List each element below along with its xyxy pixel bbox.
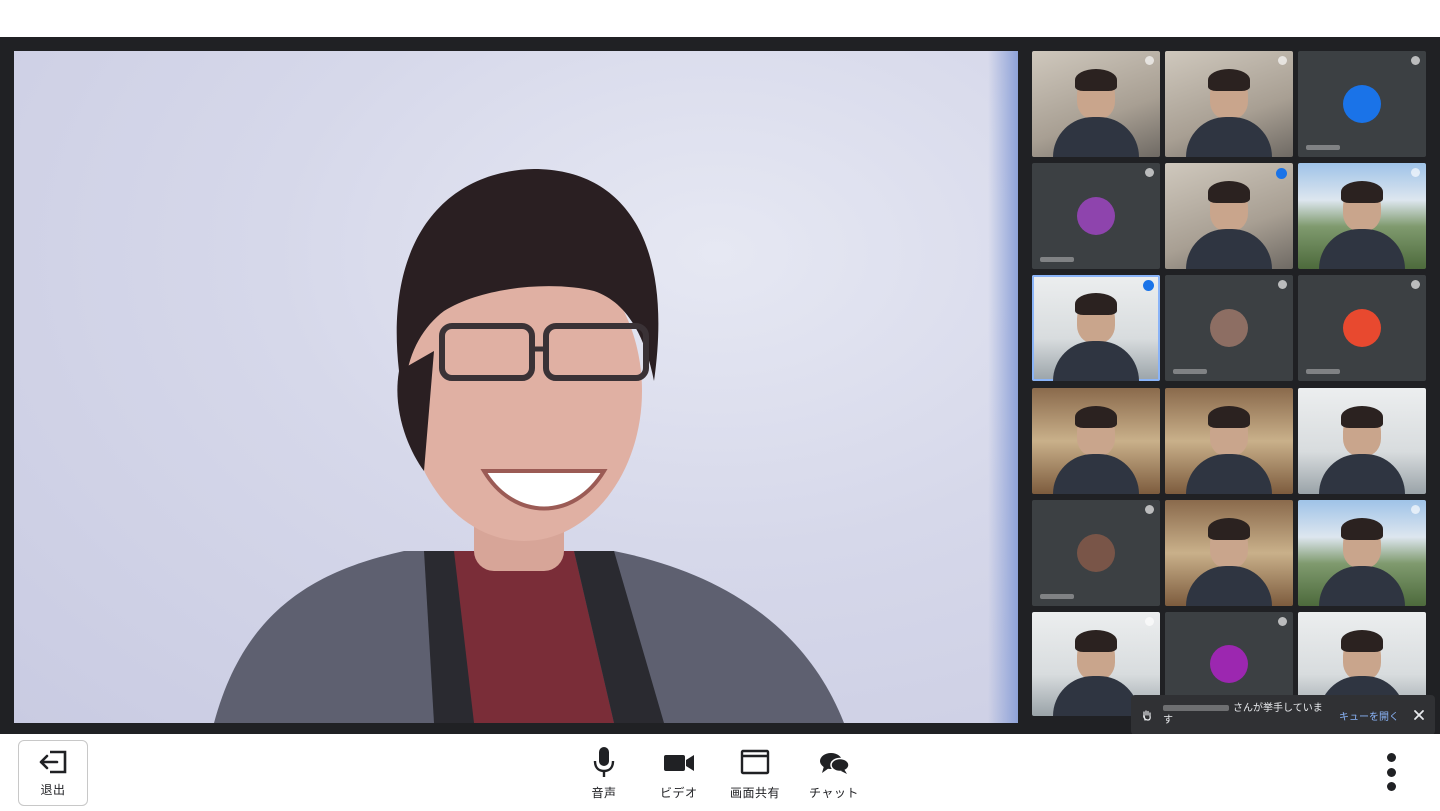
muted-icon xyxy=(1278,617,1287,626)
participant-figure xyxy=(1341,630,1383,652)
participant-avatar xyxy=(1210,645,1248,683)
muted-icon xyxy=(1145,505,1154,514)
participant-figure xyxy=(1341,518,1383,540)
screen-share-button[interactable]: 画面共有 xyxy=(730,746,780,801)
open-queue-link[interactable]: キューを開く xyxy=(1339,708,1399,723)
participant-tile[interactable] xyxy=(1165,163,1293,269)
participant-name-redacted xyxy=(1040,594,1074,599)
notification-text: さんが挙手していま す xyxy=(1163,703,1327,727)
video-camera-icon xyxy=(663,755,694,771)
participant-name-redacted xyxy=(1306,369,1340,374)
participant-avatar xyxy=(1343,309,1381,347)
main-speaker-figure xyxy=(214,169,844,723)
participant-avatar xyxy=(1210,309,1248,347)
muted-icon xyxy=(1411,56,1420,65)
participant-figure xyxy=(1319,566,1405,606)
participant-figure xyxy=(1075,69,1117,91)
participant-figure xyxy=(1341,406,1383,428)
muted-icon xyxy=(1145,168,1154,177)
muted-icon xyxy=(1145,56,1154,65)
participant-figure xyxy=(1053,454,1139,494)
video-button[interactable]: ビデオ xyxy=(660,746,698,801)
muted-icon xyxy=(1278,56,1287,65)
participant-avatar xyxy=(1077,197,1115,235)
audio-label: 音声 xyxy=(591,786,617,800)
participant-grid xyxy=(1032,51,1427,723)
participant-tile[interactable] xyxy=(1032,163,1160,269)
participant-name-redacted xyxy=(1173,369,1207,374)
redacted-name xyxy=(1163,705,1229,711)
screen-share-icon xyxy=(740,749,770,775)
top-bar xyxy=(0,0,1440,37)
participant-tile[interactable] xyxy=(1298,275,1426,381)
participant-tile[interactable] xyxy=(1032,51,1160,157)
participant-figure xyxy=(1208,69,1250,91)
bottom-toolbar: 退出 音声 ビデオ 画面共有 チャット xyxy=(0,734,1440,811)
muted-icon xyxy=(1278,280,1287,289)
exit-button[interactable]: 退出 xyxy=(18,740,88,806)
participant-figure xyxy=(1186,229,1272,269)
exit-label: 退出 xyxy=(40,782,66,797)
participant-avatar xyxy=(1077,534,1115,572)
chat-icon xyxy=(819,753,850,774)
participant-figure xyxy=(1075,406,1117,428)
participant-tile[interactable] xyxy=(1165,275,1293,381)
participant-name-redacted xyxy=(1040,257,1074,262)
participant-figure xyxy=(1208,518,1250,540)
participant-tile[interactable] xyxy=(1032,500,1160,606)
microphone-icon xyxy=(593,747,615,777)
participant-figure xyxy=(1053,341,1139,381)
participant-tile[interactable] xyxy=(1298,500,1426,606)
main-speaker-video[interactable] xyxy=(14,51,1018,723)
participant-tile[interactable] xyxy=(1165,500,1293,606)
exit-icon xyxy=(39,750,67,773)
participant-figure xyxy=(1186,566,1272,606)
participant-figure xyxy=(1319,454,1405,494)
participant-tile[interactable] xyxy=(1298,163,1426,269)
speaking-indicator-icon xyxy=(1276,168,1287,179)
notification-message: さんが挙手していま xyxy=(1233,703,1323,714)
participant-avatar xyxy=(1343,85,1381,123)
more-dot-icon xyxy=(1386,753,1396,762)
participant-figure xyxy=(1053,676,1139,716)
participant-tile[interactable] xyxy=(1298,388,1426,494)
participant-tile[interactable] xyxy=(1032,275,1160,381)
participant-figure xyxy=(1075,630,1117,652)
screen-share-label: 画面共有 xyxy=(730,786,781,800)
participant-tile[interactable] xyxy=(1032,388,1160,494)
chat-label: チャット xyxy=(809,786,859,800)
participant-tile[interactable] xyxy=(1165,388,1293,494)
more-dot-icon xyxy=(1386,782,1396,791)
hand-raise-notification: さんが挙手していま す キューを開く xyxy=(1131,695,1435,735)
chat-button[interactable]: チャット xyxy=(809,746,859,801)
participant-figure xyxy=(1075,293,1117,315)
participant-tile[interactable] xyxy=(1165,51,1293,157)
speaking-indicator-icon xyxy=(1143,280,1154,291)
participant-figure xyxy=(1186,117,1272,157)
close-icon[interactable] xyxy=(1413,709,1425,721)
notification-message-wrap: す xyxy=(1163,715,1173,726)
muted-icon xyxy=(1411,168,1420,177)
raised-hand-icon xyxy=(1143,710,1151,721)
meeting-stage xyxy=(0,37,1440,734)
participant-tile[interactable] xyxy=(1298,51,1426,157)
participant-name-redacted xyxy=(1306,145,1340,150)
participant-figure xyxy=(1208,181,1250,203)
participant-figure xyxy=(1341,181,1383,203)
muted-icon xyxy=(1411,280,1420,289)
more-options-button[interactable] xyxy=(1380,750,1402,794)
participant-figure xyxy=(1208,406,1250,428)
more-dot-icon xyxy=(1386,767,1396,777)
muted-icon xyxy=(1145,617,1154,626)
participant-figure xyxy=(1319,229,1405,269)
audio-button[interactable]: 音声 xyxy=(591,746,617,801)
participant-figure xyxy=(1186,454,1272,494)
video-label: ビデオ xyxy=(660,786,698,800)
participant-figure xyxy=(1053,117,1139,157)
muted-icon xyxy=(1411,505,1420,514)
